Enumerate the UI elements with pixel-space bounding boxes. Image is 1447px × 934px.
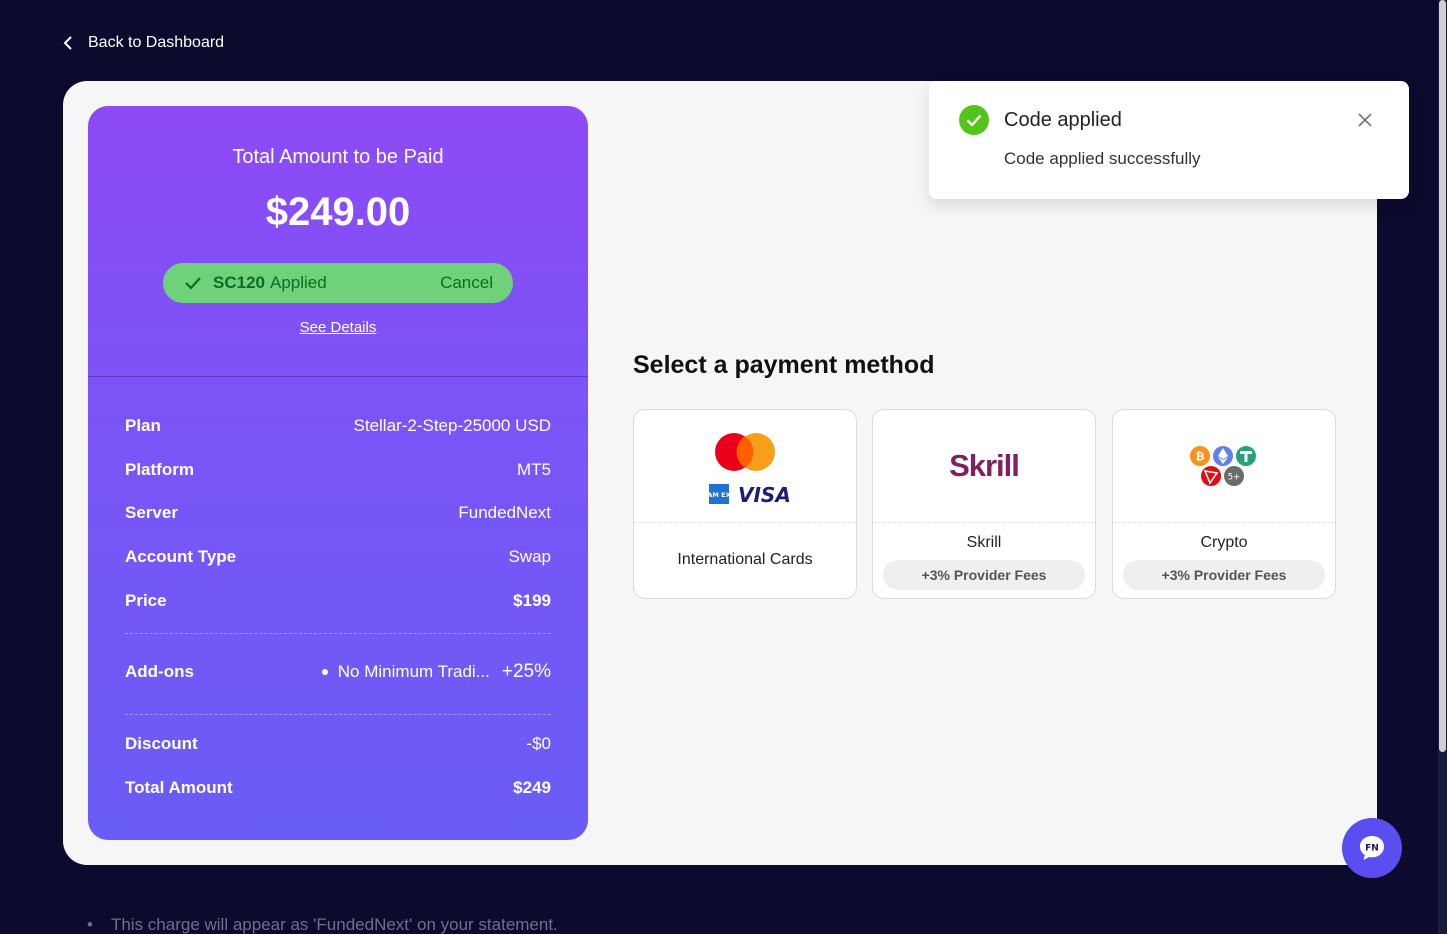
row-label: Account Type bbox=[125, 547, 237, 566]
svg-text:₿: ₿ bbox=[1196, 450, 1205, 463]
addon-percent: +25% bbox=[501, 661, 551, 682]
row-label: Total Amount bbox=[125, 778, 233, 797]
total-label: Total Amount to be Paid bbox=[232, 146, 444, 168]
summary-row-addons: Add-ons No Minimum Tradi... +25% bbox=[125, 660, 551, 684]
row-label: Platform bbox=[125, 460, 194, 479]
row-label: Server bbox=[125, 503, 178, 522]
cards-logo-area: AM EX VISA bbox=[634, 410, 856, 523]
provider-fee-badge: +3% Provider Fees bbox=[1123, 560, 1325, 590]
summary-row-platform: Platform MT5 bbox=[125, 458, 551, 482]
back-to-dashboard-link[interactable]: Back to Dashboard bbox=[62, 32, 224, 54]
order-summary-panel: Total Amount to be Paid $249.00 SC120 Ap… bbox=[88, 106, 588, 840]
payment-method-title: Select a payment method bbox=[633, 351, 935, 379]
chat-bubble-icon: FN bbox=[1360, 836, 1384, 860]
chat-logo-text: FN bbox=[1365, 844, 1379, 854]
summary-row-total: Total Amount $249 bbox=[125, 776, 551, 800]
summary-row-server: Server FundedNext bbox=[125, 501, 551, 525]
skrill-logo-area: Skrill bbox=[873, 410, 1095, 523]
payment-option-crypto[interactable]: ₿ 5+ Crypto +3% Provider Fees bbox=[1112, 409, 1336, 599]
row-value: $249 bbox=[513, 778, 551, 797]
row-value: FundedNext bbox=[458, 503, 551, 522]
row-value: Swap bbox=[508, 547, 551, 566]
row-label: Add-ons bbox=[125, 662, 194, 681]
skrill-logo: Skrill bbox=[949, 448, 1020, 483]
addon-value: No Minimum Tradi... +25% bbox=[321, 661, 551, 683]
check-circle-icon bbox=[959, 105, 989, 135]
crypto-logo-area: ₿ 5+ bbox=[1113, 410, 1335, 523]
close-icon[interactable] bbox=[1357, 112, 1373, 128]
mastercard-icon bbox=[715, 433, 775, 471]
toast-notification: Code applied Code applied successfully bbox=[929, 81, 1409, 199]
payment-option-international-cards[interactable]: AM EX VISA International Cards bbox=[633, 409, 857, 599]
bullet-icon: • bbox=[87, 915, 93, 934]
toast-title: Code applied bbox=[1004, 109, 1122, 131]
provider-fee-badge: +3% Provider Fees bbox=[883, 560, 1085, 590]
promo-cancel-button[interactable]: Cancel bbox=[440, 273, 493, 293]
amex-icon: AM EX bbox=[709, 484, 729, 504]
promo-applied-pill: SC120 Applied Cancel bbox=[163, 263, 513, 303]
summary-row-price: Price $199 bbox=[125, 589, 551, 613]
scrollbar-thumb[interactable] bbox=[1439, 0, 1446, 752]
amex-text: AM EX bbox=[709, 491, 729, 499]
payment-option-name: Skrill bbox=[966, 534, 1002, 551]
visa-icon: VISA bbox=[738, 483, 791, 507]
summary-row-plan: Plan Stellar-2-Step-25000 USD bbox=[125, 414, 551, 438]
footer-note-text: This charge will appear as 'FundedNext' … bbox=[110, 915, 558, 934]
row-label: Plan bbox=[125, 416, 161, 435]
promo-code: SC120 bbox=[213, 273, 265, 292]
toast-message: Code applied successfully bbox=[1004, 149, 1201, 168]
summary-dashed-divider bbox=[125, 714, 551, 715]
payment-option-name: International Cards bbox=[677, 551, 813, 568]
bullet-icon bbox=[321, 669, 328, 675]
summary-dashed-divider bbox=[125, 633, 551, 634]
summary-row-account-type: Account Type Swap bbox=[125, 545, 551, 569]
check-icon bbox=[185, 277, 201, 290]
chat-support-button[interactable]: FN bbox=[1342, 818, 1402, 878]
back-label: Back to Dashboard bbox=[88, 34, 225, 51]
footer-note: • This charge will appear as 'FundedNext… bbox=[87, 915, 558, 934]
row-value: $199 bbox=[513, 591, 551, 610]
summary-row-discount: Discount -$0 bbox=[125, 732, 551, 756]
crypto-coins-icon: ₿ 5+ bbox=[1190, 446, 1256, 486]
row-value: -$0 bbox=[526, 734, 551, 753]
payment-option-name: Crypto bbox=[1200, 534, 1248, 551]
row-label: Discount bbox=[125, 734, 198, 753]
more-coins-text: 5+ bbox=[1228, 473, 1241, 483]
row-value: Stellar-2-Step-25000 USD bbox=[353, 416, 551, 435]
promo-status: Applied bbox=[269, 273, 327, 292]
payment-option-skrill[interactable]: Skrill Skrill +3% Provider Fees bbox=[872, 409, 1096, 599]
page-scrollbar[interactable] bbox=[1438, 0, 1447, 934]
row-value: MT5 bbox=[517, 460, 551, 479]
chevron-left-icon bbox=[63, 36, 72, 50]
total-amount: $249.00 bbox=[265, 190, 411, 234]
row-label: Price bbox=[125, 591, 167, 610]
summary-divider bbox=[88, 376, 588, 377]
addon-item: No Minimum Tradi... bbox=[337, 662, 490, 681]
see-details-link[interactable]: See Details bbox=[88, 319, 588, 336]
